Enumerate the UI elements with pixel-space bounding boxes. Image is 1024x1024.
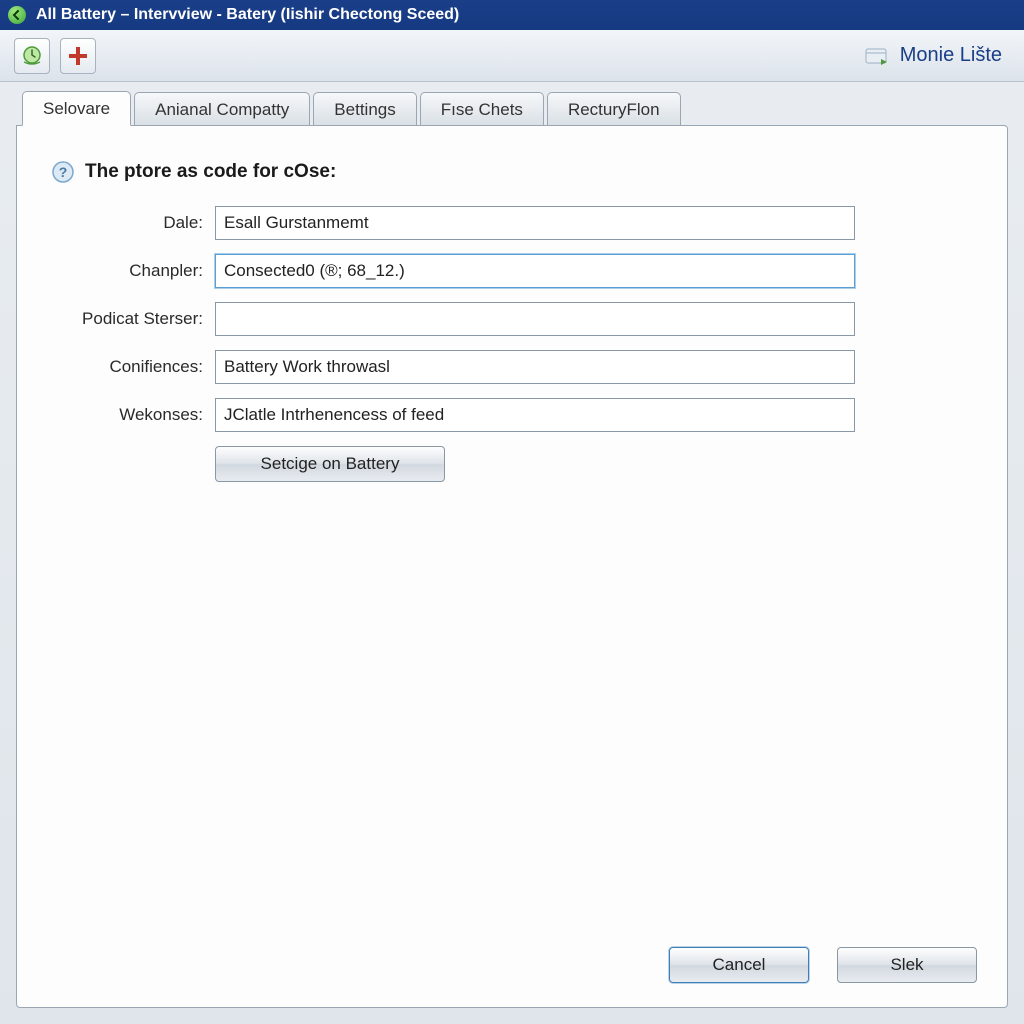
action-button-row: Setcige on Battery xyxy=(215,446,855,482)
add-button[interactable] xyxy=(60,38,96,74)
cancel-button[interactable]: Cancel xyxy=(669,947,809,983)
toolbar: Monie Lište xyxy=(0,30,1024,82)
tab-anianal-compatty[interactable]: Anianal Compatty xyxy=(134,92,310,126)
monie-liste-link[interactable]: Monie Lište xyxy=(864,44,1010,68)
label-wekonses: Wekonses: xyxy=(55,405,205,425)
tab-recturyflon[interactable]: RecturyFlon xyxy=(547,92,681,126)
window-title: All Battery – Intervview - Batery (Iishi… xyxy=(36,6,459,24)
help-icon[interactable]: ? xyxy=(51,160,75,184)
input-podicat-sterser[interactable] xyxy=(215,302,855,336)
label-dale: Dale: xyxy=(55,213,205,233)
label-conifiences: Conifiences: xyxy=(55,357,205,377)
tab-fise-chets[interactable]: Fıse Chets xyxy=(420,92,544,126)
refresh-button[interactable] xyxy=(14,38,50,74)
tabstrip: Selovare Anianal Compatty Bettings Fıse … xyxy=(16,90,1008,125)
svg-text:?: ? xyxy=(59,164,68,180)
panel-heading-row: ? The ptore as code for cOse: xyxy=(51,160,973,184)
input-conifiences[interactable] xyxy=(215,350,855,384)
content-area: Selovare Anianal Compatty Bettings Fıse … xyxy=(0,82,1024,1024)
label-podicat: Podicat Sterser: xyxy=(55,309,205,329)
tab-panel-selovare: ? The ptore as code for cOse: Dale: Chan… xyxy=(16,125,1008,1008)
input-chanpler[interactable] xyxy=(215,254,855,288)
input-wekonses[interactable] xyxy=(215,398,855,432)
slek-button[interactable]: Slek xyxy=(837,947,977,983)
plus-icon xyxy=(67,45,89,67)
label-chanpler: Chanpler: xyxy=(55,261,205,281)
input-dale[interactable] xyxy=(215,206,855,240)
form: Dale: Chanpler: Podicat Sterser: Conifie… xyxy=(55,206,973,482)
tab-selovare[interactable]: Selovare xyxy=(22,91,131,126)
monie-liste-label: Monie Lište xyxy=(900,44,1002,67)
dialog-footer: Cancel Slek xyxy=(669,947,977,983)
tab-bettings[interactable]: Bettings xyxy=(313,92,416,126)
back-icon[interactable] xyxy=(8,6,26,24)
titlebar: All Battery – Intervview - Batery (Iishi… xyxy=(0,0,1024,30)
app-window: All Battery – Intervview - Batery (Iishi… xyxy=(0,0,1024,1024)
folder-go-icon xyxy=(864,44,892,68)
panel-heading: The ptore as code for cOse: xyxy=(85,161,336,183)
clock-refresh-icon xyxy=(20,44,44,68)
setcige-on-battery-button[interactable]: Setcige on Battery xyxy=(215,446,445,482)
